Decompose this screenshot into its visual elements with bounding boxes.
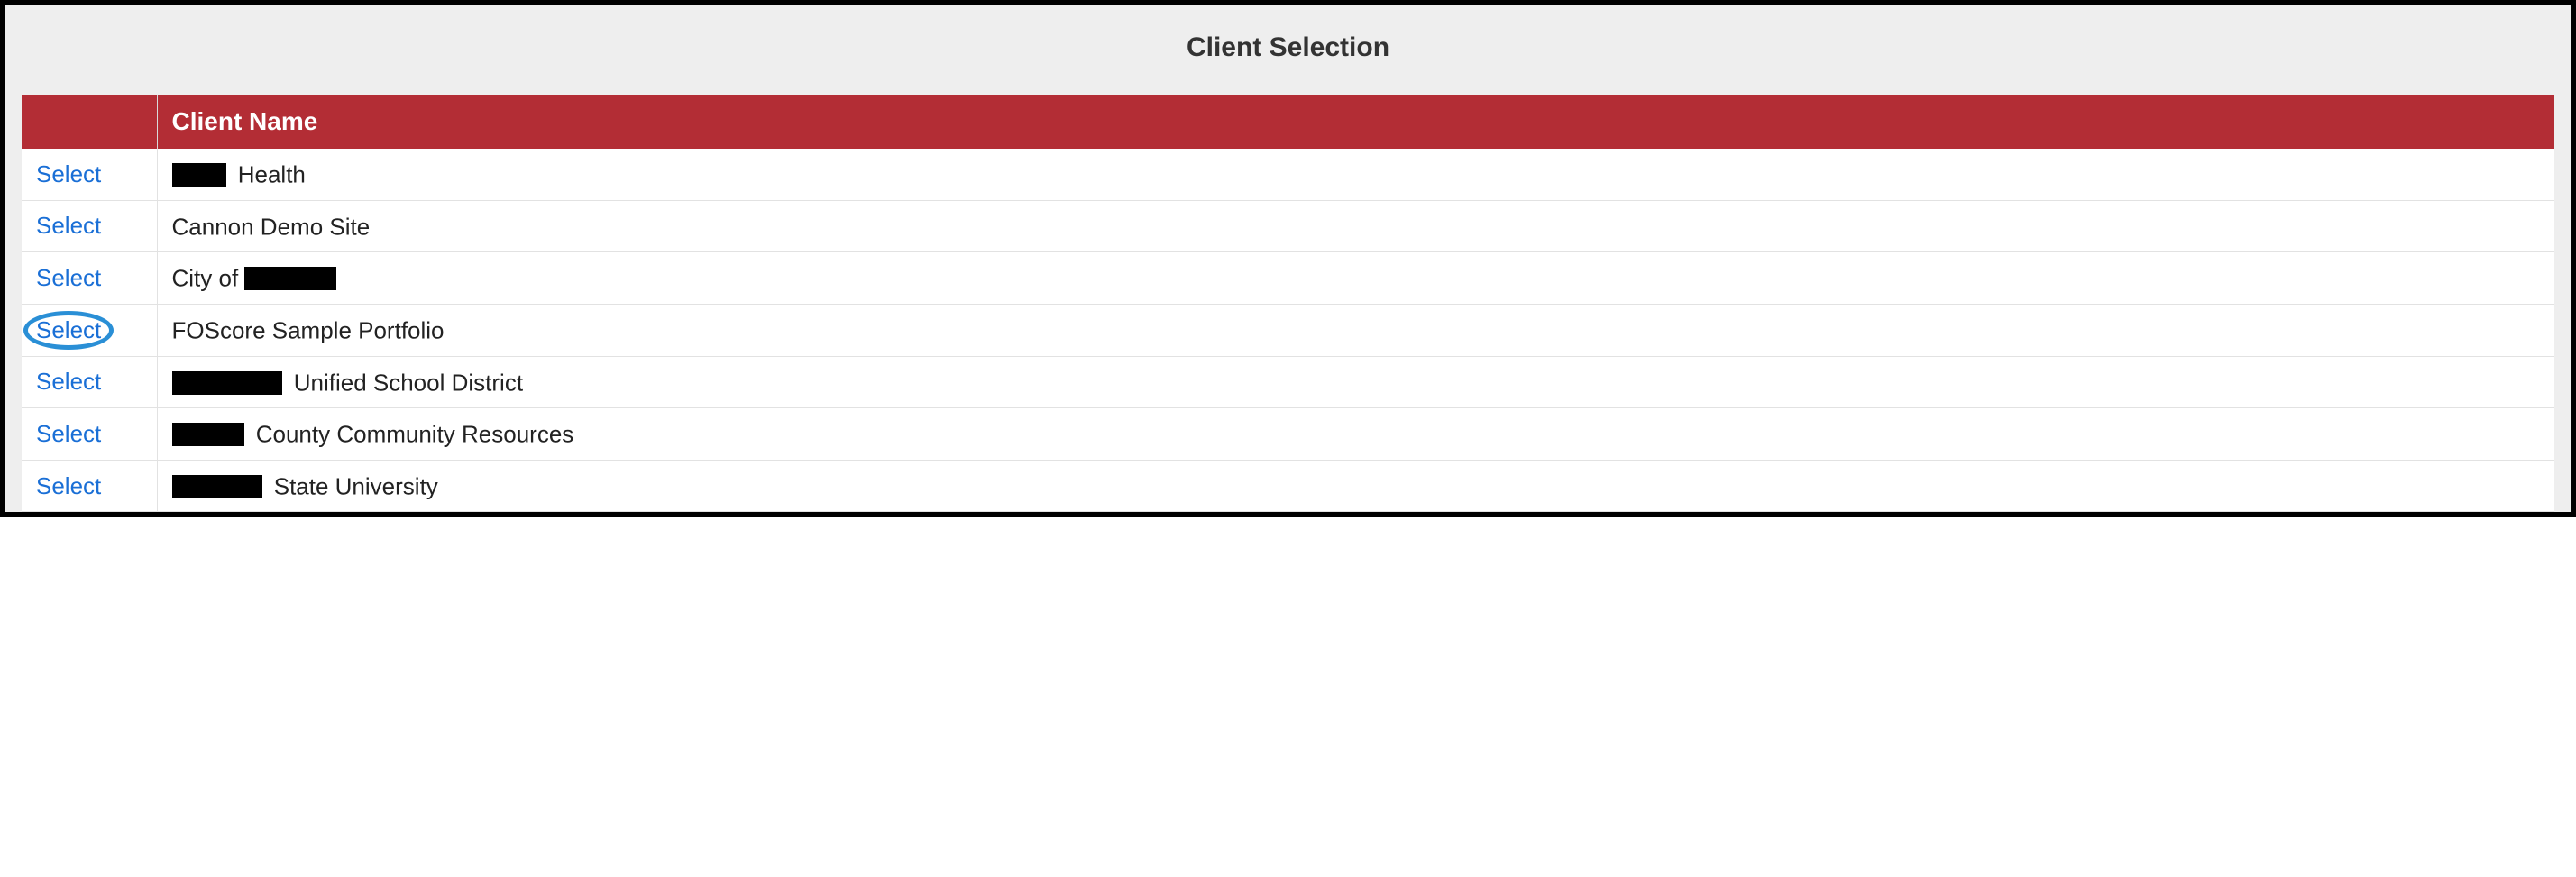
page-title: Client Selection — [5, 32, 2571, 63]
client-name-cell: County Community Resources — [157, 408, 2554, 461]
client-name-cell: City of — [157, 252, 2554, 305]
select-link[interactable]: Select — [36, 368, 101, 395]
select-link[interactable]: Select — [36, 316, 101, 343]
select-link[interactable]: Select — [36, 472, 101, 499]
table-row: Select Unified School District — [22, 356, 2554, 408]
client-table: Client Name Select Health Select Cannon … — [22, 95, 2554, 512]
client-name-text: Cannon Demo Site — [172, 213, 371, 240]
redaction-block — [244, 267, 336, 290]
client-name-column-header: Client Name — [157, 95, 2554, 149]
highlight-circle: Select — [36, 316, 101, 344]
select-link[interactable]: Select — [36, 160, 101, 187]
client-name-text: State University — [268, 472, 438, 499]
client-name-cell: Cannon Demo Site — [157, 200, 2554, 252]
select-link[interactable]: Select — [36, 212, 101, 239]
client-name-text: Health — [232, 161, 306, 188]
table-row: Select State University — [22, 460, 2554, 512]
client-name-text: County Community Resources — [250, 421, 574, 448]
client-name-text: FOScore Sample Portfolio — [172, 317, 445, 344]
redaction-block — [172, 423, 244, 446]
client-name-cell: FOScore Sample Portfolio — [157, 304, 2554, 356]
table-row: Select Cannon Demo Site — [22, 200, 2554, 252]
table-row: Select FOScore Sample Portfolio — [22, 304, 2554, 356]
client-name-cell: State University — [157, 460, 2554, 512]
client-name-text: Unified School District — [288, 369, 524, 396]
table-row: Select City of — [22, 252, 2554, 305]
redaction-block — [172, 163, 226, 187]
select-link[interactable]: Select — [36, 264, 101, 291]
client-name-cell: Unified School District — [157, 356, 2554, 408]
client-name-text: City of — [172, 265, 245, 292]
table-row: Select County Community Resources — [22, 408, 2554, 461]
client-name-cell: Health — [157, 149, 2554, 200]
client-table-wrap: Client Name Select Health Select Cannon … — [5, 95, 2571, 512]
header-area: Client Selection — [5, 5, 2571, 95]
select-link[interactable]: Select — [36, 420, 101, 447]
action-column-header — [22, 95, 157, 149]
redaction-block — [172, 475, 262, 498]
client-selection-frame: Client Selection Client Name Select Heal… — [0, 0, 2576, 517]
redaction-block — [172, 371, 282, 395]
table-row: Select Health — [22, 149, 2554, 200]
